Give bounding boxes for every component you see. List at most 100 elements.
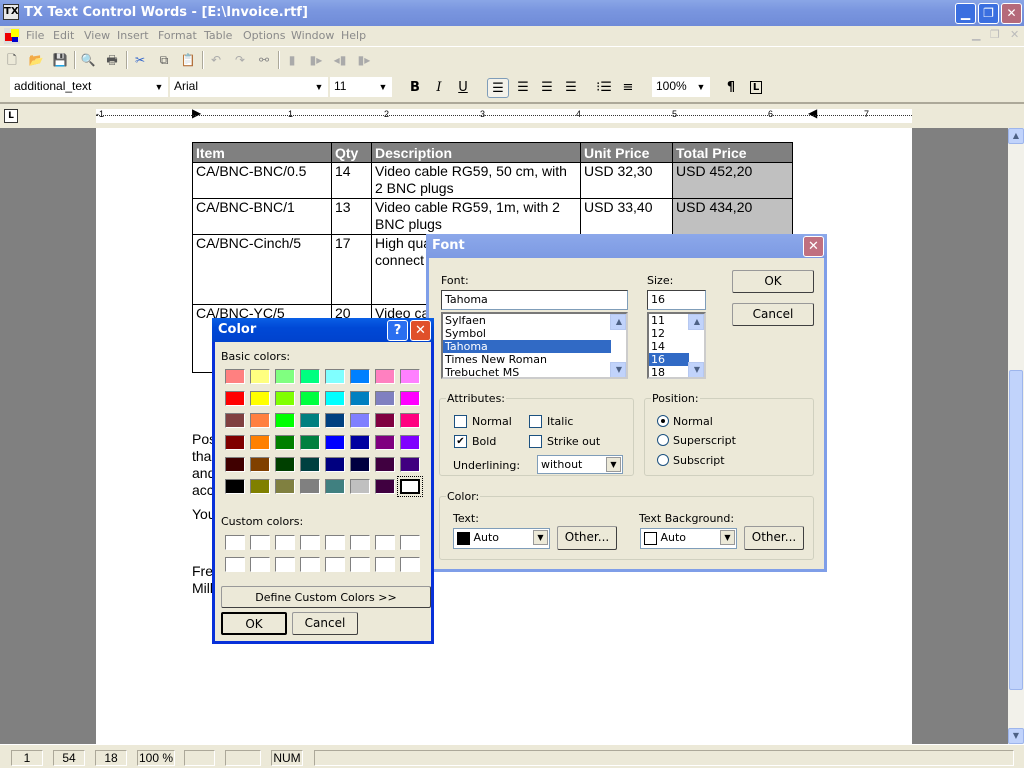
underline-button[interactable]: U: [452, 78, 474, 98]
close-icon[interactable]: ✕: [803, 236, 824, 257]
basic-color-swatch[interactable]: [325, 391, 345, 406]
basic-color-swatch[interactable]: [375, 435, 395, 450]
text-color-select[interactable]: Auto ▼: [453, 528, 550, 549]
basic-color-swatch[interactable]: [275, 435, 295, 450]
help-icon[interactable]: ?: [387, 320, 408, 341]
print-preview-icon[interactable]: 🔍: [80, 52, 96, 68]
chevron-down-icon[interactable]: ▼: [694, 79, 708, 95]
basic-color-swatch[interactable]: [250, 479, 270, 494]
cell[interactable]: Video cable RG59, 1m, with 2 BNC plugs: [371, 198, 581, 235]
basic-color-swatch[interactable]: [325, 435, 345, 450]
define-custom-colors-button[interactable]: Define Custom Colors >>: [221, 586, 431, 608]
basic-color-swatch[interactable]: [225, 413, 245, 428]
basic-color-swatch[interactable]: [275, 413, 295, 428]
text-color-other-button[interactable]: Other...: [557, 526, 617, 550]
basic-color-swatch[interactable]: [225, 457, 245, 472]
menu-format[interactable]: Format: [158, 29, 197, 42]
mdi-restore-button[interactable]: ❐: [990, 28, 1000, 41]
chevron-down-icon[interactable]: ▼: [533, 530, 548, 545]
custom-color-swatch[interactable]: [375, 535, 395, 550]
basic-color-swatch[interactable]: [225, 435, 245, 450]
size-list-item[interactable]: 14: [649, 340, 704, 353]
custom-color-swatch[interactable]: [375, 557, 395, 572]
ok-button[interactable]: OK: [732, 270, 814, 293]
app-icon[interactable]: TX: [3, 4, 19, 20]
menu-insert[interactable]: Insert: [117, 29, 149, 42]
align-center-button[interactable]: ☰: [536, 78, 558, 98]
redo-icon[interactable]: ↷: [232, 52, 248, 68]
basic-color-swatch[interactable]: [400, 457, 420, 472]
cell[interactable]: USD 32,30: [580, 162, 673, 199]
signature-block[interactable]: Fre Mill: [192, 563, 213, 597]
basic-color-swatch[interactable]: [375, 457, 395, 472]
basic-color-swatch[interactable]: [375, 413, 395, 428]
custom-color-swatch[interactable]: [325, 557, 345, 572]
size-list-scrollbar[interactable]: ▲ ▼: [688, 314, 704, 377]
scroll-up-icon[interactable]: ▲: [610, 314, 626, 330]
background-other-button[interactable]: Other...: [744, 526, 804, 550]
scroll-thumb[interactable]: [1009, 370, 1023, 690]
basic-color-swatch[interactable]: [250, 391, 270, 406]
basic-color-swatch[interactable]: [325, 479, 345, 494]
basic-color-swatch[interactable]: [250, 413, 270, 428]
basic-color-swatch[interactable]: [225, 391, 245, 406]
menu-options[interactable]: Options: [243, 29, 285, 42]
document-icon[interactable]: [4, 28, 20, 44]
tab-type-button[interactable]: L: [4, 109, 18, 123]
table-first-icon[interactable]: ▮: [284, 52, 300, 68]
custom-color-swatch[interactable]: [275, 557, 295, 572]
text-background-select[interactable]: Auto ▼: [640, 528, 737, 549]
ok-button[interactable]: OK: [221, 612, 287, 635]
undo-icon[interactable]: ↶: [208, 52, 224, 68]
basic-color-swatch[interactable]: [250, 435, 270, 450]
color-dialog-title-bar[interactable]: Color ? ✕: [212, 318, 434, 342]
basic-color-swatch[interactable]: [400, 413, 420, 428]
font-list-scrollbar[interactable]: ▲ ▼: [610, 314, 626, 377]
size-list-item-selected[interactable]: 16: [649, 353, 689, 366]
scroll-down-button[interactable]: ▼: [1008, 728, 1024, 744]
chevron-down-icon[interactable]: ▼: [312, 79, 326, 95]
cell[interactable]: Video cable RG59, 50 cm, with 2 BNC plug…: [371, 162, 581, 199]
custom-color-swatch[interactable]: [250, 557, 270, 572]
basic-color-swatch[interactable]: [275, 369, 295, 384]
font-list-item[interactable]: Symbol: [443, 327, 626, 340]
numbering-button[interactable]: ≡: [617, 78, 639, 98]
underlining-select[interactable]: without ▼: [537, 455, 623, 474]
vertical-scrollbar[interactable]: ▲ ▼: [1008, 128, 1024, 744]
menu-help[interactable]: Help: [341, 29, 366, 42]
cell[interactable]: USD 452,20: [672, 162, 793, 199]
table-insert-left-icon[interactable]: ◂▮: [332, 52, 348, 68]
size-input[interactable]: 16: [647, 290, 706, 310]
open-icon[interactable]: 📂: [28, 52, 44, 68]
basic-color-swatch[interactable]: [397, 476, 423, 497]
print-icon[interactable]: 🖶: [104, 52, 120, 68]
basic-color-swatch[interactable]: [325, 457, 345, 472]
indent-marker[interactable]: ▶: [192, 106, 201, 120]
find-icon[interactable]: ⚯: [256, 52, 272, 68]
basic-color-swatch[interactable]: [250, 369, 270, 384]
italic-checkbox[interactable]: [529, 415, 542, 428]
custom-color-swatch[interactable]: [400, 535, 420, 550]
basic-color-swatch[interactable]: [375, 391, 395, 406]
cut-icon[interactable]: ✂: [132, 52, 148, 68]
close-button[interactable]: ✕: [1001, 3, 1022, 24]
basic-color-swatch[interactable]: [350, 391, 370, 406]
basic-color-swatch[interactable]: [350, 369, 370, 384]
custom-color-swatch[interactable]: [300, 557, 320, 572]
custom-color-swatch[interactable]: [225, 557, 245, 572]
basic-color-swatch[interactable]: [350, 435, 370, 450]
right-indent-marker[interactable]: ◀: [808, 106, 817, 120]
justify-button[interactable]: ☰: [560, 78, 582, 98]
cancel-button[interactable]: Cancel: [732, 303, 814, 326]
basic-color-swatch[interactable]: [300, 479, 320, 494]
bullets-button[interactable]: ⁝☰: [593, 78, 615, 98]
custom-color-swatch[interactable]: [300, 535, 320, 550]
table-next-icon[interactable]: ▮▸: [356, 52, 372, 68]
font-list-item[interactable]: Sylfaen: [443, 314, 626, 327]
cell[interactable]: 17: [331, 234, 372, 305]
menu-window[interactable]: Window: [291, 29, 334, 42]
bold-checkbox[interactable]: ✔: [454, 435, 467, 448]
chevron-down-icon[interactable]: ▼: [606, 457, 621, 472]
table-insert-right-icon[interactable]: ▮▸: [308, 52, 324, 68]
horizontal-ruler[interactable]: -1 ▶ 1 2 3 4 5 6 ◀ 7: [96, 106, 912, 123]
